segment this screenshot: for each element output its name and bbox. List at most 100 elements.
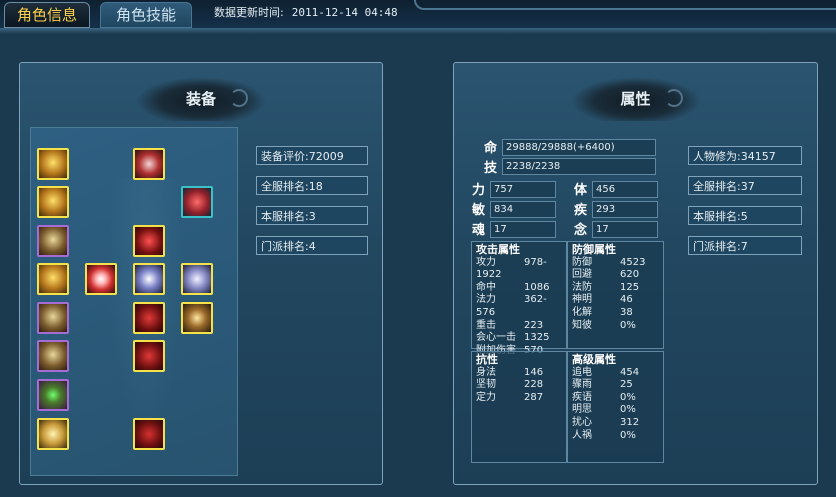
attr-server-rank: 本服排名:5 bbox=[688, 206, 802, 225]
stat-con-label: 体 bbox=[574, 183, 588, 198]
attack-stat-key: 法力 bbox=[476, 294, 496, 306]
header-divider bbox=[0, 28, 836, 34]
advanced-stat-row: 明思 0% bbox=[572, 404, 659, 417]
orb-slot[interactable] bbox=[85, 263, 117, 295]
attributes-title-text: 属性 bbox=[620, 90, 651, 108]
advanced-stat-value: 25 bbox=[620, 379, 633, 391]
defense-stat-key: 防御 bbox=[572, 256, 592, 268]
resist-stat-row: 坚韧 228 bbox=[476, 379, 562, 392]
defense-stat-key: 神明 bbox=[572, 294, 592, 306]
tab-character-skills[interactable]: 角色技能 bbox=[100, 2, 192, 28]
advanced-stat-value: 312 bbox=[620, 416, 640, 428]
resist-stat-value: 287 bbox=[524, 391, 544, 403]
defense-title: 防御属性 bbox=[572, 243, 616, 256]
gauntlet-slot[interactable] bbox=[181, 263, 213, 295]
resist-stat-value: 228 bbox=[524, 379, 544, 391]
scroll-2-slot[interactable] bbox=[37, 263, 69, 295]
equipment-title-text: 装备 bbox=[185, 90, 216, 108]
resist-stat-row: 定力 287 bbox=[476, 392, 562, 405]
attr-server-rank-all: 全服排名:37 bbox=[688, 176, 802, 195]
advanced-title: 高级属性 bbox=[572, 353, 616, 366]
update-time-value: 2011-12-14 04:48 bbox=[291, 6, 398, 19]
attack-stat-row: 攻力 978-1922 bbox=[476, 257, 562, 282]
helmet-slot[interactable] bbox=[133, 148, 165, 180]
update-time-label: 数据更新时间: bbox=[214, 6, 284, 19]
chest-slot[interactable] bbox=[133, 263, 165, 295]
advanced-stat-key: 追电 bbox=[572, 366, 592, 378]
attack-section: 攻击属性 攻力 978-1922 命中 1086 法力 362-576 重击 223 会心一击 1… bbox=[471, 241, 567, 356]
attack-stat-value: 223 bbox=[524, 319, 544, 331]
advanced-stat-key: 疾语 bbox=[572, 391, 592, 403]
equipment-server-rank-all: 全服排名:18 bbox=[256, 176, 368, 195]
resist-title: 抗性 bbox=[476, 353, 498, 366]
attack-stat-key: 重击 bbox=[476, 319, 496, 331]
resist-stat-key: 定力 bbox=[476, 391, 496, 403]
stat-soul-value: 17 bbox=[490, 221, 556, 238]
advanced-stat-row: 骤雨 25 bbox=[572, 379, 659, 392]
attack-stat-value: 1086 bbox=[524, 281, 550, 293]
advanced-stat-key: 扰心 bbox=[572, 416, 592, 428]
equipment-panel: 装备 装备评价:72009 全服排名:18 本服排名:3 门派排名:4 bbox=[19, 62, 383, 485]
defense-stat-row: 化解 38 bbox=[572, 307, 659, 320]
attack-stat-row: 命中 1086 bbox=[476, 282, 562, 295]
equipment-title: 装备 bbox=[136, 77, 266, 121]
advanced-stat-key: 明思 bbox=[572, 404, 592, 416]
gem-2-slot[interactable] bbox=[37, 340, 69, 372]
tab-character-info[interactable]: 角色信息 bbox=[4, 2, 90, 28]
defense-stat-row: 法防 125 bbox=[572, 282, 659, 295]
defense-stat-value: 125 bbox=[620, 281, 640, 293]
advanced-stat-key: 人祸 bbox=[572, 429, 592, 441]
resist-section: 抗性 身法 146 坚韧 228 定力 287 bbox=[471, 351, 567, 463]
amulet-gold-slot[interactable] bbox=[37, 148, 69, 180]
stat-mind-label: 念 bbox=[574, 223, 588, 238]
scroll-1-slot[interactable] bbox=[37, 225, 69, 257]
defense-stat-key: 法防 bbox=[572, 281, 592, 293]
advanced-stat-key: 骤雨 bbox=[572, 379, 592, 391]
defense-stat-value: 38 bbox=[620, 306, 633, 318]
stat-soul-label: 魂 bbox=[472, 223, 486, 238]
amulet-gold-2-slot[interactable] bbox=[37, 186, 69, 218]
resist-stat-key: 身法 bbox=[476, 366, 496, 378]
belt-red-slot[interactable] bbox=[133, 418, 165, 450]
armor-red-slot[interactable] bbox=[133, 225, 165, 257]
advanced-stat-row: 追电 454 bbox=[572, 367, 659, 380]
gauntlet-2-slot[interactable] bbox=[181, 302, 213, 334]
gem-1-slot[interactable] bbox=[37, 302, 69, 334]
swirl-ornament-icon bbox=[230, 89, 248, 107]
weapon-cyan-slot[interactable] bbox=[181, 186, 213, 218]
attack-stat-key: 命中 bbox=[476, 281, 496, 293]
resist-stat-value: 146 bbox=[524, 366, 544, 378]
legs-red-slot[interactable] bbox=[133, 340, 165, 372]
defense-stat-row: 神明 46 bbox=[572, 294, 659, 307]
attributes-area: 命 29888/29888(+6400) 技 2238/2238 力 757 体… bbox=[464, 127, 672, 464]
equipment-sect-rank: 门派排名:4 bbox=[256, 236, 368, 255]
defense-stat-key: 化解 bbox=[572, 306, 592, 318]
necklace-slot[interactable] bbox=[37, 379, 69, 411]
attack-stat-value: 1325 bbox=[524, 332, 550, 344]
stat-spd-value: 293 bbox=[592, 201, 658, 218]
boots-red-slot[interactable] bbox=[133, 302, 165, 334]
stat-str-value: 757 bbox=[490, 181, 556, 198]
hp-label: 命 bbox=[484, 141, 498, 156]
stat-agi-value: 834 bbox=[490, 201, 556, 218]
defense-section: 防御属性 防御 4523 回避 620 法防 125 神明 46 化解 38 知彼 0% bbox=[567, 241, 664, 349]
equipment-grid bbox=[30, 127, 238, 476]
attack-title: 攻击属性 bbox=[476, 243, 520, 256]
advanced-stat-value: 0% bbox=[620, 429, 636, 441]
sp-label: 技 bbox=[484, 161, 498, 176]
attack-stat-row: 法力 362-576 bbox=[476, 294, 562, 319]
attributes-title: 属性 bbox=[570, 77, 701, 121]
advanced-stat-value: 0% bbox=[620, 391, 636, 403]
stat-spd-label: 疾 bbox=[574, 203, 588, 218]
stat-mind-value: 17 bbox=[592, 221, 658, 238]
attributes-panel: 属性 命 29888/29888(+6400) 技 2238/2238 力 75… bbox=[453, 62, 818, 485]
token-slot[interactable] bbox=[37, 418, 69, 450]
equipment-score: 装备评价:72009 bbox=[256, 146, 368, 165]
advanced-section: 高级属性 追电 454 骤雨 25 疾语 0% 明思 0% 扰心 312 人祸 0% bbox=[567, 351, 664, 463]
swirl-ornament-icon bbox=[664, 89, 683, 107]
attack-stat-key: 会心一击 bbox=[476, 332, 516, 344]
advanced-stat-row: 扰心 312 bbox=[572, 417, 659, 430]
defense-stat-row: 知彼 0% bbox=[572, 320, 659, 333]
update-time: 数据更新时间: 2011-12-14 04:48 bbox=[214, 4, 398, 20]
stat-con-value: 456 bbox=[592, 181, 658, 198]
